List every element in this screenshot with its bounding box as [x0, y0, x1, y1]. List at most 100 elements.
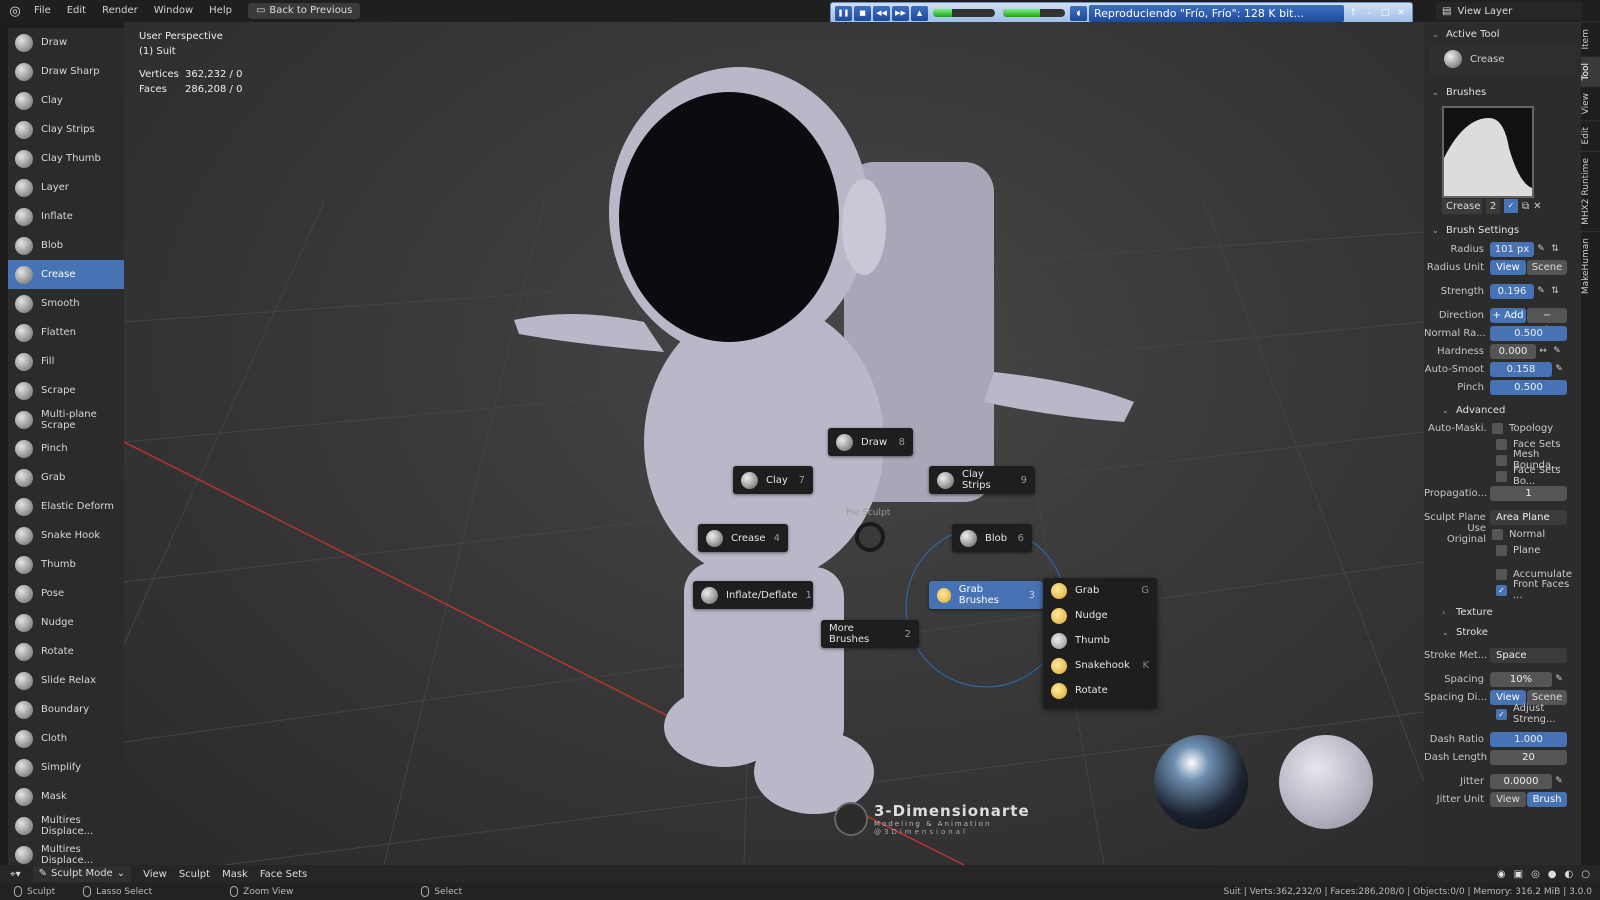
tool-clay-thumb[interactable]: Clay Thumb [8, 144, 124, 173]
submenu-item-thumb[interactable]: Thumb [1043, 628, 1157, 653]
menu-edit[interactable]: Edit [59, 0, 94, 22]
checkbox-checked[interactable]: ✓ [1496, 584, 1507, 596]
menu-render[interactable]: Render [94, 0, 146, 22]
media-back-icon[interactable]: ↑ [1346, 8, 1360, 18]
tool-multires-displace[interactable]: Multires Displace... [8, 840, 124, 865]
eject-icon[interactable]: ▲ [911, 5, 928, 21]
jitter-field[interactable]: 0.0000 [1490, 773, 1552, 789]
stop-icon[interactable]: ■ [854, 5, 871, 21]
previous-icon[interactable]: ◀◀ [873, 5, 890, 21]
automask-facesets-boundary-row[interactable]: Face Sets Bo... [1424, 465, 1581, 487]
close-icon[interactable]: ✕ [1394, 8, 1408, 18]
brushes-section[interactable]: ⌄ Brushes [1424, 82, 1581, 102]
tool-draw[interactable]: Draw [8, 28, 124, 57]
tool-flatten[interactable]: Flatten [8, 318, 124, 347]
auto-smooth-field[interactable]: 0.158 [1490, 361, 1552, 377]
active-tool-section[interactable]: ⌄ Active Tool [1424, 24, 1581, 44]
tool-fill[interactable]: Fill [8, 347, 124, 376]
unlink-icon[interactable]: ✕ [1533, 201, 1541, 212]
volume-slider[interactable] [1003, 9, 1065, 17]
direction-subtract-button[interactable]: − Sub... [1527, 307, 1567, 336]
rendered-shading-icon[interactable]: ○ [1581, 869, 1590, 880]
fake-user-shield-icon[interactable]: ✓ [1504, 199, 1518, 213]
tool-snake-hook[interactable]: Snake Hook [8, 521, 124, 550]
pie-item-inflate-deflate[interactable]: Inflate/Deflate 1 [693, 581, 813, 609]
brush-settings-section[interactable]: ⌄ Brush Settings [1424, 220, 1581, 240]
unified-icon[interactable]: ⇅ [1548, 284, 1562, 298]
tool-multires-displace[interactable]: Multires Displace... [8, 811, 124, 840]
hardness-field[interactable]: 0.000 [1490, 343, 1536, 359]
tool-inflate[interactable]: Inflate [8, 202, 124, 231]
solid-shading-icon[interactable]: ● [1548, 869, 1557, 880]
back-to-previous-button[interactable]: ▭ Back to Previous [247, 3, 361, 19]
tool-pinch[interactable]: Pinch [8, 434, 124, 463]
tab-edit[interactable]: Edit [1581, 120, 1600, 151]
next-icon[interactable]: ▶▶ [892, 5, 909, 21]
normal-radius-field[interactable]: 0.500 [1490, 325, 1567, 341]
blender-logo-icon[interactable]: ◎ [4, 0, 26, 22]
submenu-item-rotate[interactable]: Rotate [1043, 678, 1157, 703]
direction-add-button[interactable]: + Add [1490, 307, 1526, 323]
checkbox[interactable] [1496, 454, 1507, 466]
strength-field[interactable]: 0.196 [1490, 283, 1534, 299]
pressure-icon[interactable]: ✎ [1534, 284, 1548, 298]
minimize-icon[interactable]: – [1362, 8, 1376, 18]
sculpt-plane-dropdown[interactable]: Area Plane [1490, 509, 1567, 525]
tab-view[interactable]: View [1581, 85, 1600, 121]
tool-crease[interactable]: Crease [8, 260, 124, 289]
spacing-field[interactable]: 10% [1490, 671, 1552, 687]
checkbox[interactable] [1496, 470, 1507, 482]
tool-clay[interactable]: Clay [8, 86, 124, 115]
overlays-icon[interactable]: ◉ [1497, 869, 1506, 880]
tab-makehuman[interactable]: MakeHuman [1581, 230, 1600, 300]
menu-help[interactable]: Help [201, 0, 240, 22]
header-menu-face-sets[interactable]: Face Sets [260, 869, 307, 880]
checkbox[interactable] [1496, 544, 1507, 556]
pressure-icon[interactable]: ✎ [1534, 242, 1548, 256]
pie-item-crease[interactable]: Crease 4 [698, 524, 788, 552]
dash-ratio-field[interactable]: 1.000 [1490, 731, 1567, 747]
tool-clay-strips[interactable]: Clay Strips [8, 115, 124, 144]
tool-multi-plane-scrape[interactable]: Multi-plane Scrape [8, 405, 124, 434]
header-menu-sculpt[interactable]: Sculpt [179, 869, 210, 880]
editor-type-icon[interactable]: ⌖▾ [10, 869, 21, 880]
stroke-section[interactable]: ⌄ Stroke [1424, 622, 1581, 642]
dash-length-field[interactable]: 20 [1490, 749, 1567, 765]
tool-nudge[interactable]: Nudge [8, 608, 124, 637]
xray-icon[interactable]: ▣ [1514, 869, 1523, 880]
radius-unit-scene-button[interactable]: Scene [1527, 259, 1567, 275]
radius-unit-view-button[interactable]: View [1490, 259, 1526, 275]
checkbox[interactable] [1492, 528, 1503, 540]
maximize-icon[interactable]: □ [1378, 8, 1392, 18]
checkbox[interactable] [1496, 438, 1507, 450]
tool-pose[interactable]: Pose [8, 579, 124, 608]
submenu-item-nudge[interactable]: Nudge [1043, 603, 1157, 628]
pressure-icon[interactable]: ✎ [1552, 672, 1566, 686]
tab-item[interactable]: Item [1581, 22, 1600, 56]
pressure-icon[interactable]: ✎ [1552, 774, 1566, 788]
invert-icon[interactable]: ↔ [1536, 344, 1550, 358]
adjust-strength-row[interactable]: ✓ Adjust Streng... [1424, 703, 1581, 725]
jitter-unit-brush-button[interactable]: Brush [1527, 791, 1567, 807]
tool-draw-sharp[interactable]: Draw Sharp [8, 57, 124, 86]
tab-tool[interactable]: Tool [1581, 55, 1600, 86]
tool-blob[interactable]: Blob [8, 231, 124, 260]
tool-grab[interactable]: Grab [8, 463, 124, 492]
header-menu-view[interactable]: View [143, 869, 167, 880]
menu-window[interactable]: Window [146, 0, 201, 22]
seek-slider[interactable] [933, 9, 995, 17]
propagation-field[interactable]: 1 [1490, 485, 1567, 501]
material-shading-icon[interactable]: ◐ [1565, 869, 1574, 880]
speaker-icon[interactable]: ◖ [1070, 5, 1087, 21]
submenu-item-grab[interactable]: Grab G [1043, 578, 1157, 603]
tool-smooth[interactable]: Smooth [8, 289, 124, 318]
tool-thumb[interactable]: Thumb [8, 550, 124, 579]
pie-item-draw[interactable]: Draw 8 [828, 428, 913, 456]
wireframe-shading-icon[interactable]: ◎ [1531, 869, 1540, 880]
duplicate-icon[interactable]: ⧉ [1522, 201, 1529, 212]
tool-simplify[interactable]: Simplify [8, 753, 124, 782]
tab-mhx2-runtime[interactable]: MHX2 Runtime [1581, 150, 1600, 231]
tool-scrape[interactable]: Scrape [8, 376, 124, 405]
jitter-unit-view-button[interactable]: View [1490, 791, 1526, 807]
header-menu-mask[interactable]: Mask [222, 869, 248, 880]
